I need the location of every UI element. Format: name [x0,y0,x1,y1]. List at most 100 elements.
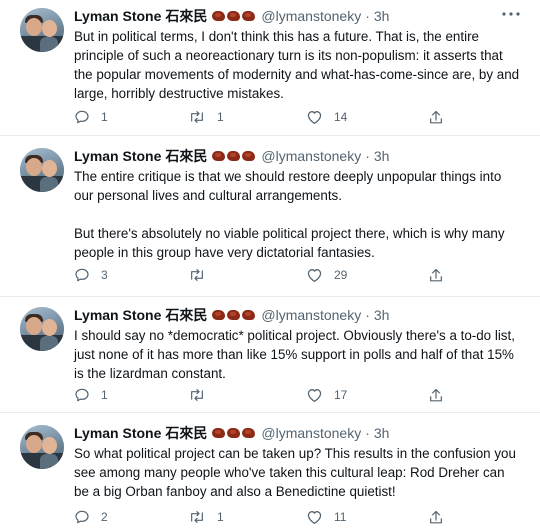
tweet-timestamp[interactable]: 3h [374,307,390,323]
tweet-thread: Lyman Stone 石來民 @lymanstoneky · 3h But i… [0,0,540,530]
tweet[interactable]: Lyman Stone 石來民 @lymanstoneky · 3h So wh… [0,417,540,530]
share-icon [430,268,442,281]
heart-icon [307,511,322,525]
flag-icon [212,151,226,161]
tweet-text: So what political project can be taken u… [74,446,520,499]
tweet-timestamp[interactable]: 3h [374,8,390,24]
avatar[interactable] [20,148,64,192]
flag-emoji-group [212,310,256,320]
heart-icon [307,269,322,283]
like-count: 14 [334,110,348,124]
share-button[interactable] [428,107,444,127]
author-name[interactable]: Lyman Stone [74,8,161,24]
retweet-icon [191,389,203,401]
separator-dot: · [365,425,370,441]
author-cjk-name: 石來民 [165,8,208,24]
flag-emoji-group [212,428,256,438]
retweet-icon [191,269,203,281]
avatar[interactable] [20,8,64,52]
tweet-text: I should say no *democratic* political p… [74,328,519,381]
like-button[interactable]: 11 [306,507,346,527]
tweet[interactable]: Lyman Stone 石來民 @lymanstoneky · 3h The e… [0,140,540,297]
flag-emoji-group [212,151,256,161]
flag-icon [242,11,256,21]
flag-icon [242,428,256,438]
retweet-button[interactable]: 1 [188,107,224,127]
flag-icon [212,310,226,320]
reply-count: 1 [101,110,108,124]
tweet-header: Lyman Stone 石來民 @lymanstoneky · 3h [74,6,389,26]
flag-icon [227,310,241,320]
tweet-header: Lyman Stone 石來民 @lymanstoneky · 3h [74,146,389,166]
reply-button[interactable]: 1 [74,385,108,405]
reply-button[interactable]: 2 [74,507,108,527]
flag-icon [227,151,241,161]
author-cjk-name: 石來民 [165,148,208,164]
more-icon[interactable] [500,6,522,22]
tweet-text: But in political terms, I don't think th… [74,29,523,101]
like-count: 29 [334,268,348,282]
tweet-actions: 3 29 [74,265,474,285]
retweet-icon [191,511,203,523]
reply-icon [75,110,89,124]
tweet-text: The entire critique is that we should re… [74,169,505,260]
tweet-actions: 1 17 [74,385,474,405]
flag-icon [212,428,226,438]
share-icon [430,110,442,123]
share-icon [430,388,442,401]
heart-icon [307,389,322,403]
retweet-count: 1 [217,110,224,124]
heart-icon [307,111,322,125]
reply-button[interactable]: 3 [74,265,108,285]
flag-icon [242,151,256,161]
separator-dot: · [365,148,370,164]
tweet-timestamp[interactable]: 3h [374,425,390,441]
share-button[interactable] [428,265,444,285]
flag-emoji-group [212,11,256,21]
author-name[interactable]: Lyman Stone [74,425,161,441]
share-button[interactable] [428,385,444,405]
reply-button[interactable]: 1 [74,107,108,127]
tweet-actions: 1 1 14 [74,107,474,127]
tweet[interactable]: Lyman Stone 石來民 @lymanstoneky · 3h But i… [0,0,540,136]
reply-count: 3 [101,268,108,282]
like-button[interactable]: 14 [306,107,347,127]
like-count: 17 [334,388,348,402]
author-handle[interactable]: @lymanstoneky [261,307,361,323]
tweet-header: Lyman Stone 石來民 @lymanstoneky · 3h [74,305,389,325]
like-count: 11 [334,510,347,524]
retweet-icon [191,111,203,123]
author-name[interactable]: Lyman Stone [74,307,161,323]
avatar[interactable] [20,425,64,469]
like-button[interactable]: 29 [306,265,347,285]
reply-icon [75,388,89,402]
reply-count: 2 [101,510,108,524]
reply-count: 1 [101,388,108,402]
separator-dot: · [365,307,370,323]
flag-icon [212,11,226,21]
author-handle[interactable]: @lymanstoneky [261,8,361,24]
author-handle[interactable]: @lymanstoneky [261,148,361,164]
author-cjk-name: 石來民 [165,425,208,441]
reply-icon [75,510,89,524]
retweet-button[interactable]: 1 [188,507,224,527]
tweet-header: Lyman Stone 石來民 @lymanstoneky · 3h [74,423,389,443]
flag-icon [227,428,241,438]
retweet-button[interactable] [188,265,217,285]
tweet-timestamp[interactable]: 3h [374,148,390,164]
tweet-actions: 2 1 11 [74,507,474,527]
flag-icon [227,11,241,21]
author-handle[interactable]: @lymanstoneky [261,425,361,441]
share-icon [430,510,442,523]
share-button[interactable] [428,507,444,527]
retweet-count: 1 [217,510,224,524]
retweet-button[interactable] [188,385,217,405]
tweet[interactable]: Lyman Stone 石來民 @lymanstoneky · 3h I sho… [0,299,540,413]
author-cjk-name: 石來民 [165,307,208,323]
like-button[interactable]: 17 [306,385,347,405]
avatar[interactable] [20,307,64,351]
separator-dot: · [365,8,370,24]
reply-icon [75,268,89,282]
author-name[interactable]: Lyman Stone [74,148,161,164]
flag-icon [242,310,256,320]
